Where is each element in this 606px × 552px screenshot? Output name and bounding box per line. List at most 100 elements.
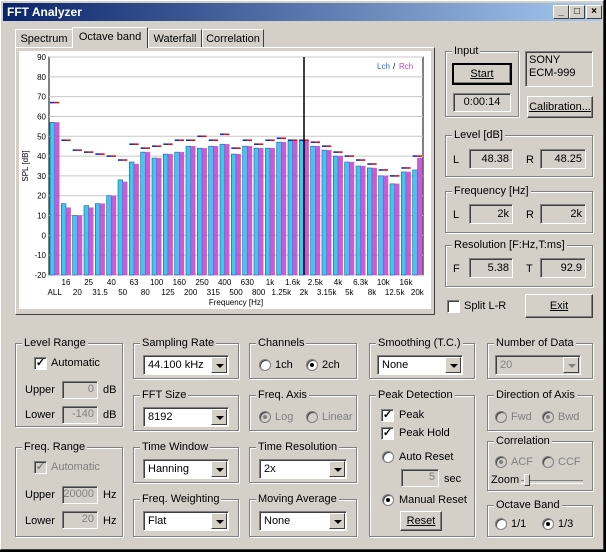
freq-range-title: Freq. Range [22,440,88,454]
rch-bar [65,207,71,276]
frequency-group-title: Frequency [Hz] [452,184,531,198]
lch-bar [378,175,384,276]
freq-lower-input[interactable]: 20 [62,511,98,529]
octave-1-1-radio[interactable] [495,518,507,530]
freq-auto-checkbox[interactable]: ✓ [34,461,47,474]
exit-button[interactable]: Exit [525,294,593,318]
chevron-down-icon[interactable] [211,513,227,529]
chevron-down-icon[interactable] [329,513,345,529]
frequency-l-label: L [453,209,460,221]
time-window-select[interactable]: Hanning [143,459,229,479]
level-upper-input[interactable]: 0 [62,381,98,399]
tab-waterfall[interactable]: Waterfall [148,29,202,47]
rch-bar [167,153,173,276]
resolution-f-label: F [453,263,460,275]
x-tick-label: 4k [334,278,343,287]
tab-spectrum[interactable]: Spectrum [15,29,73,47]
fft-size-select[interactable]: 8192 [143,407,229,427]
level-auto-checkbox[interactable]: ✓ [34,357,47,370]
zoom-slider-thumb[interactable] [524,474,530,486]
rch-bar [326,149,332,276]
freq-axis-log-radio[interactable] [259,411,271,423]
direction-fwd-radio[interactable] [495,411,507,423]
level-l-value: 48.38 [469,149,513,169]
rch-bar [258,147,264,276]
correlation-ccf-label: CCF [558,456,581,468]
peak-label: Peak [399,409,425,421]
title-bar[interactable]: FFT Analyzer [3,3,601,21]
y-tick-label: 10 [37,212,46,221]
rch-bar [281,142,287,276]
rch-bar [179,151,185,276]
lch-bar [83,205,89,276]
auto-reset-radio[interactable] [382,451,394,463]
x-tick-label: 200 [184,288,198,297]
maximize-button[interactable]: □ [569,5,585,19]
chevron-down-icon[interactable] [211,461,227,477]
reset-button[interactable]: Reset [400,511,442,531]
number-of-data-select[interactable]: 20 [495,355,581,375]
fft-size-value: 8192 [148,411,173,423]
channels-2ch-radio[interactable] [306,359,318,371]
smoothing-title: Smoothing (T.C.) [376,336,463,350]
smoothing-select[interactable]: None [377,355,463,375]
lch-bar [117,179,123,276]
correlation-acf-radio[interactable] [495,456,507,468]
peak-hold-label: Peak Hold [399,427,450,439]
resolution-f-value: 5.38 [469,258,513,278]
number-of-data-value: 20 [500,359,513,371]
rch-bar [247,145,253,276]
channels-1ch-radio[interactable] [259,359,271,371]
level-upper-label: Upper [25,384,55,396]
x-tick-label: 630 [241,278,255,287]
chevron-down-icon[interactable] [329,461,345,477]
lch-bar [197,147,203,276]
peak-hold-checkbox[interactable]: ✓ [381,427,394,440]
moving-average-select[interactable]: None [259,511,347,531]
x-axis-label: Frequency [Hz] [209,298,263,307]
x-tick-label: 20k [411,288,425,297]
zoom-slider-track[interactable] [521,480,583,484]
level-lower-input[interactable]: -140 [62,406,98,424]
time-resolution-title: Time Resolution [256,440,340,454]
lch-bar [72,215,78,276]
direction-fwd-label: Fwd [511,411,532,423]
tab-correlation[interactable]: Correlation [202,29,264,47]
chevron-down-icon[interactable] [211,409,227,425]
x-tick-label: 40 [107,278,116,287]
chevron-down-icon[interactable] [563,357,579,373]
rch-bar [213,145,219,276]
peak-checkbox[interactable]: ✓ [381,409,394,422]
auto-reset-seconds-input[interactable]: 5 [401,469,439,487]
manual-reset-radio[interactable] [382,494,394,506]
x-tick-label: 800 [252,288,266,297]
x-tick-label: 5k [345,288,354,297]
sampling-rate-select[interactable]: 44.100 kHz [143,355,229,375]
chevron-down-icon[interactable] [211,357,227,373]
y-tick-label: 20 [37,192,46,201]
freq-upper-input[interactable]: 20000 [62,486,98,504]
correlation-acf-label: ACF [511,456,533,468]
octave-1-3-radio[interactable] [542,518,554,530]
split-lr-checkbox[interactable] [447,300,460,313]
lch-bar [310,145,316,276]
chevron-down-icon[interactable] [445,357,461,373]
calibration-button[interactable]: Calibration... [527,96,593,118]
minimize-button[interactable]: _ [553,5,569,19]
correlation-ccf-radio[interactable] [542,456,554,468]
tab-octave-band[interactable]: Octave band [72,27,148,48]
freq-axis-linear-radio[interactable] [306,411,318,423]
start-button[interactable]: Start [452,63,512,85]
rch-bar [315,145,321,276]
time-resolution-select[interactable]: 2x [259,459,347,479]
close-button[interactable]: × [586,5,602,19]
moving-average-title: Moving Average [256,492,339,506]
moving-average-value: None [264,515,291,527]
lch-bar [401,171,407,276]
direction-bwd-radio[interactable] [542,411,554,423]
x-tick-label: 400 [218,278,232,287]
rch-bar [88,207,94,276]
freq-lower-label: Lower [25,515,55,527]
x-tick-label: 250 [195,278,209,287]
freq-weighting-select[interactable]: Flat [143,511,229,531]
